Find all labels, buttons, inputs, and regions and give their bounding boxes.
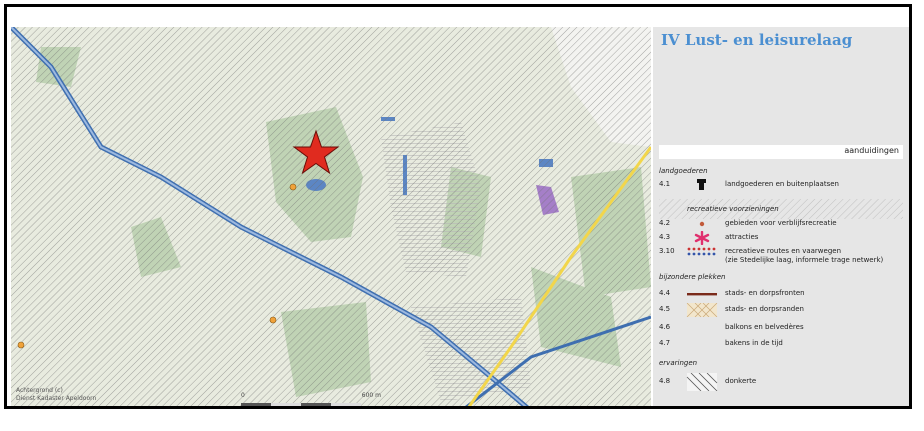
scale-segment [241, 403, 271, 406]
tab-label: aanduidingen [844, 146, 899, 155]
section-heading: bijzondere plekken [659, 273, 726, 281]
legend-code: 4.2 [659, 219, 671, 227]
legend-label-line1: recreatieve routes en vaarwegen [725, 247, 842, 255]
section-heading: landgoederen [659, 167, 708, 175]
scale-bar: 0 600 m [241, 392, 381, 406]
map-canvas[interactable] [11, 27, 651, 409]
legend-label: bakens in de tijd [725, 339, 783, 347]
legend-label-line2: (zie Stedelijke laag, informele trage ne… [725, 256, 884, 264]
hatch-icon [686, 373, 718, 391]
map-attribution: Achtergrond (c) Dienst Kadaster Apeldoor… [16, 387, 96, 403]
brown-line-icon [687, 293, 717, 296]
tab-aanduidingen[interactable]: aanduidingen [659, 145, 903, 159]
orange-dot-icon [699, 221, 705, 227]
legend-label: landgoederen en buitenplaatsen [725, 180, 839, 188]
legend-code: 4.5 [659, 305, 671, 313]
scale-segment [331, 403, 361, 406]
map-view[interactable]: Achtergrond (c) Dienst Kadaster Apeldoor… [11, 27, 651, 409]
castle-tower-icon [697, 179, 706, 190]
legend-title: IV Lust- en leisurelaag [661, 31, 853, 49]
legend-label: stads- en dorpsfronten [725, 289, 805, 297]
legend-label: recreatieve routes en vaarwegen (zie Ste… [725, 247, 883, 265]
legend-code: 4.3 [659, 233, 671, 241]
legend-code: 3.10 [659, 247, 675, 255]
legend-code: 4.4 [659, 289, 671, 297]
lattice-pattern-icon [686, 303, 718, 317]
legend-code: 4.1 [659, 180, 671, 188]
dotted-route-icon [687, 247, 716, 256]
legend-label: balkons en belvedères [725, 323, 804, 331]
scale-start-label: 0 [241, 392, 245, 399]
legend-code: 4.6 [659, 323, 671, 331]
legend-panel: IV Lust- en leisurelaag aanduidingen lan… [653, 27, 909, 406]
darkness-hatch [11, 27, 651, 406]
scale-segment [301, 403, 331, 406]
legend-label: gebieden voor verblijfsrecreatie [725, 219, 837, 227]
scale-segment [271, 403, 301, 406]
attribution-line-1: Achtergrond (c) [16, 387, 63, 394]
legend-code: 4.7 [659, 339, 671, 347]
legend-label: attracties [725, 233, 759, 241]
legend-label: donkerte [725, 377, 757, 385]
legend-label: stads- en dorpsranden [725, 305, 804, 313]
pink-star-icon [694, 231, 710, 245]
screenshot-frame: Achtergrond (c) Dienst Kadaster Apeldoor… [4, 4, 912, 409]
section-heading: ervaringen [659, 359, 698, 367]
section-heading: recreatieve voorzieningen [687, 205, 779, 213]
attribution-line-2: Dienst Kadaster Apeldoorn [16, 395, 97, 402]
scale-end-label: 600 m [361, 392, 381, 399]
legend-code: 4.8 [659, 377, 671, 385]
